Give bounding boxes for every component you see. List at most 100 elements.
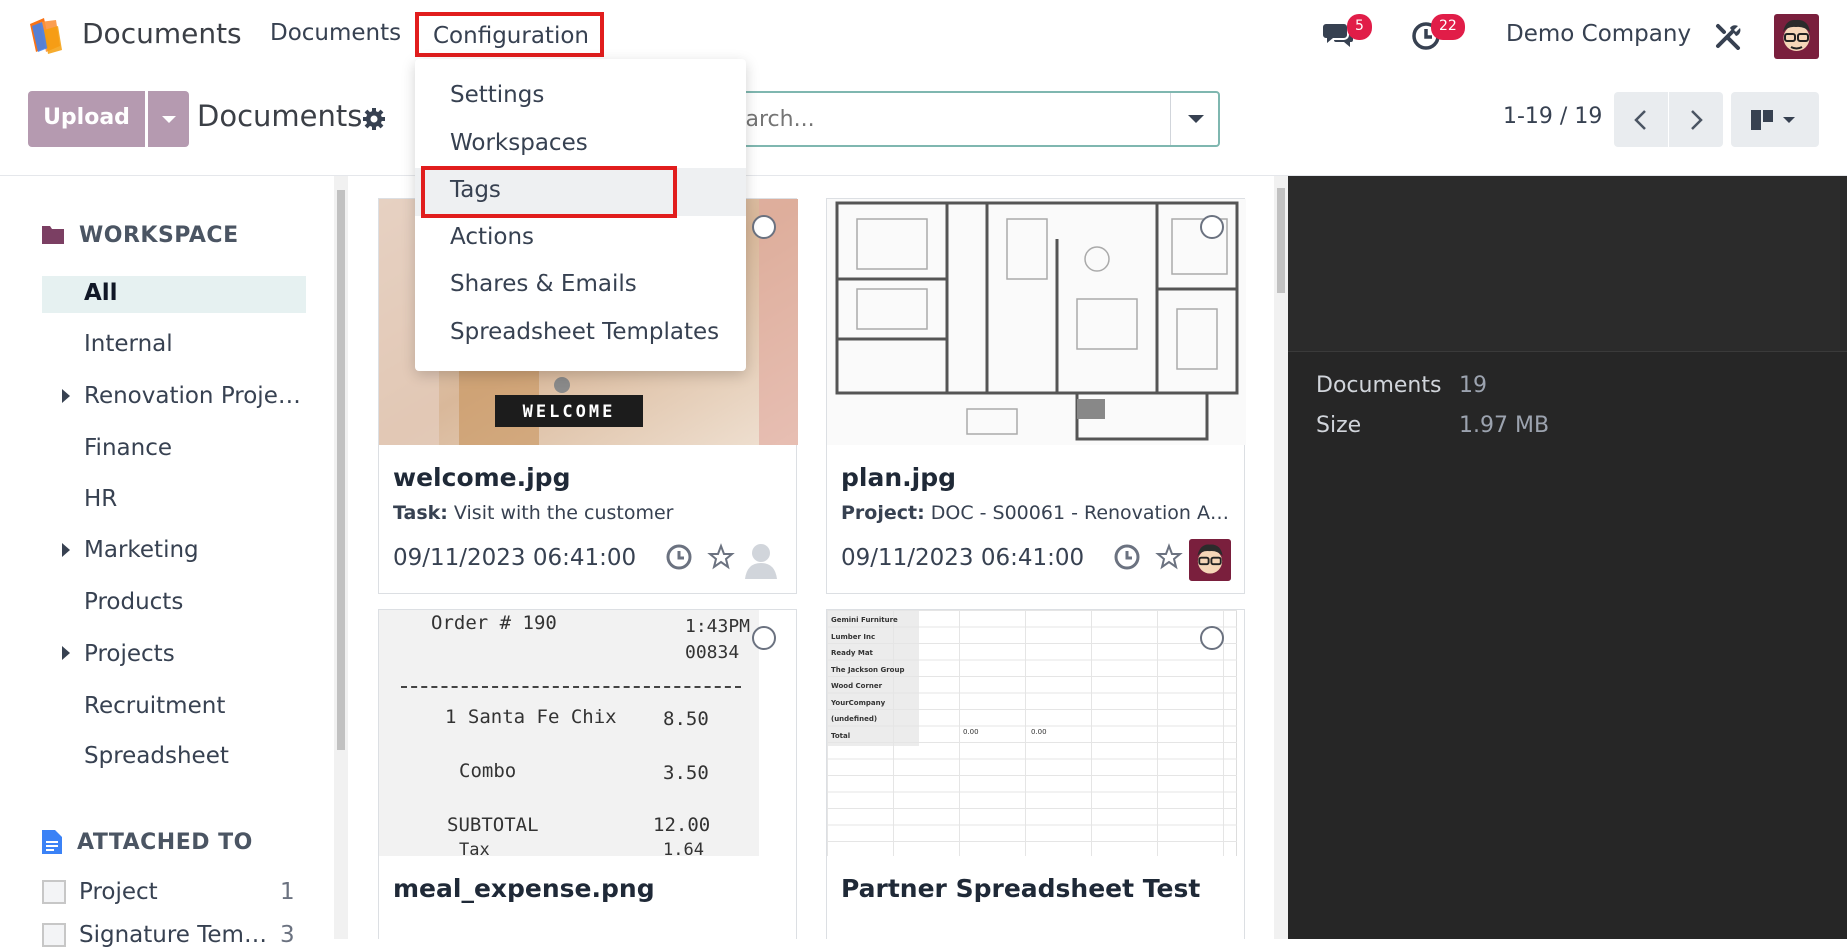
menu-documents[interactable]: Documents [270,20,401,46]
document-card[interactable]: Order # 190 1:43PM 00834 1 Santa Fe Chix… [378,609,797,939]
sidebar-item-internal[interactable]: Internal [84,331,173,357]
sidebar-item-products[interactable]: Products [84,589,183,615]
workspace-heading: WORKSPACE [79,223,239,248]
sheet-row: Wood Corner [831,682,883,690]
menu-item-shares-emails[interactable]: Shares & Emails [450,271,637,297]
messages-badge: 5 [1347,14,1372,40]
sheet-row: Ready Mat [831,649,873,657]
receipt-subtotal: 12.00 [653,814,711,836]
card-related-label: Task: [393,502,448,524]
company-switcher[interactable]: Demo Company [1506,21,1691,47]
welcome-sign-text: WELCOME [523,402,616,422]
attached-checkbox-project[interactable] [42,880,66,904]
sidebar-scrollbar-thumb[interactable] [337,190,345,750]
spreadsheet-thumbnail[interactable]: Gemini Furniture Lumber Inc Ready Mat Th… [827,610,1237,856]
card-related: Task: Visit with the customer [393,502,788,524]
tools-icon[interactable] [1714,22,1742,50]
document-icon [42,830,62,854]
page-title: Documents [197,99,363,133]
sidebar-item-projects[interactable]: Projects [84,641,175,667]
activity-clock-icon[interactable] [665,543,693,571]
card-title[interactable]: plan.jpg [841,463,956,492]
card-title[interactable]: meal_expense.png [393,874,655,903]
sidebar-item-renovation[interactable]: Renovation Proje… [84,383,301,409]
attached-item-signature[interactable]: Signature Tem… [79,922,267,948]
pager-next-button[interactable] [1669,92,1723,147]
details-divider [1288,351,1847,352]
menu-item-spreadsheet-templates[interactable]: Spreadsheet Templates [450,319,719,345]
attached-item-project[interactable]: Project [79,879,158,905]
card-title[interactable]: welcome.jpg [393,463,570,492]
receipt-thumbnail[interactable]: Order # 190 1:43PM 00834 1 Santa Fe Chix… [379,610,759,856]
star-icon[interactable] [707,543,735,571]
select-circle[interactable] [752,626,776,650]
select-circle[interactable] [1200,215,1224,239]
card-related-label: Project: [841,502,925,524]
sheet-row: Total [831,731,851,740]
sidebar-item-hr[interactable]: HR [84,486,117,512]
card-related-value: Visit with the customer [447,502,674,524]
document-card[interactable]: plan.jpg Project: DOC - S00061 - Renovat… [826,198,1246,594]
receipt-subtotal-label: SUBTOTAL [447,814,539,836]
card-title[interactable]: Partner Spreadsheet Test [841,874,1200,903]
chevron-left-icon [1634,110,1646,130]
details-preview-area [1288,176,1847,351]
caret-right-icon[interactable] [62,543,70,557]
floor-plan-thumbnail[interactable] [827,199,1246,445]
receipt-number: 00834 [685,642,740,663]
kanban-view-icon [1751,110,1795,130]
receipt-price: 8.50 [663,708,709,730]
menu-item-workspaces[interactable]: Workspaces [450,130,588,156]
document-card[interactable]: Gemini Furniture Lumber Inc Ready Mat Th… [826,609,1245,939]
card-date: 09/11/2023 06:41:00 [841,545,1085,571]
sheet-total-value: 0.00 [963,728,979,736]
documents-count-label: Documents [1316,373,1442,398]
user-avatar[interactable] [1189,539,1231,581]
receipt-tax-label: Tax [459,840,490,856]
documents-count-value: 19 [1459,373,1487,398]
star-icon[interactable] [1155,543,1183,571]
upload-dropdown-toggle[interactable] [148,91,189,147]
menu-configuration[interactable]: Configuration [415,12,604,57]
search-input[interactable] [704,95,1166,143]
attached-count-project: 1 [280,879,295,905]
caret-right-icon[interactable] [62,389,70,403]
search-options-toggle[interactable] [1170,93,1220,145]
card-date: 09/11/2023 06:41:00 [393,545,637,571]
configuration-dropdown: Settings Workspaces Tags Actions Shares … [415,59,746,371]
view-switcher[interactable] [1731,92,1819,147]
upload-button[interactable]: Upload [28,91,145,147]
sidebar-item-finance[interactable]: Finance [84,435,172,461]
size-value: 1.97 MB [1459,413,1550,438]
caret-right-icon[interactable] [62,646,70,660]
top-navbar: Documents Documents Configuration 5 22 D… [0,0,1847,72]
activities-badge: 22 [1431,14,1465,40]
receipt-item: Combo [459,760,517,782]
documents-app-icon[interactable] [26,16,66,56]
pager-previous-button[interactable] [1614,92,1668,147]
sidebar-item-recruitment[interactable]: Recruitment [84,693,225,719]
sheet-row: YourCompany [831,698,886,707]
menu-item-settings[interactable]: Settings [450,82,544,108]
app-name[interactable]: Documents [82,17,242,50]
kanban-scrollbar-thumb[interactable] [1277,188,1285,293]
card-related: Project: DOC - S00061 - Renovation Arc… [841,502,1236,524]
receipt-time: 1:43PM [685,616,751,637]
select-circle[interactable] [1200,626,1224,650]
menu-item-actions[interactable]: Actions [450,224,534,250]
user-avatar[interactable] [1774,14,1819,59]
sidebar-item-active-bg [42,276,306,313]
sidebar-item-spreadsheet[interactable]: Spreadsheet [84,743,229,769]
card-related-value: DOC - S00061 - Renovation Arc… [924,502,1236,524]
select-circle[interactable] [752,215,776,239]
attached-count-signature: 3 [280,922,295,948]
attached-checkbox-signature[interactable] [42,923,66,947]
activity-clock-icon[interactable] [1113,543,1141,571]
receipt-divider [401,686,741,688]
sidebar-item-all[interactable]: All [84,280,118,306]
sheet-row: Gemini Furniture [831,616,898,624]
gear-icon[interactable] [362,107,386,131]
placeholder-avatar-icon[interactable] [741,539,781,579]
sidebar-item-marketing[interactable]: Marketing [84,537,199,563]
pager-value[interactable]: 1-19 / 19 [1503,104,1602,129]
